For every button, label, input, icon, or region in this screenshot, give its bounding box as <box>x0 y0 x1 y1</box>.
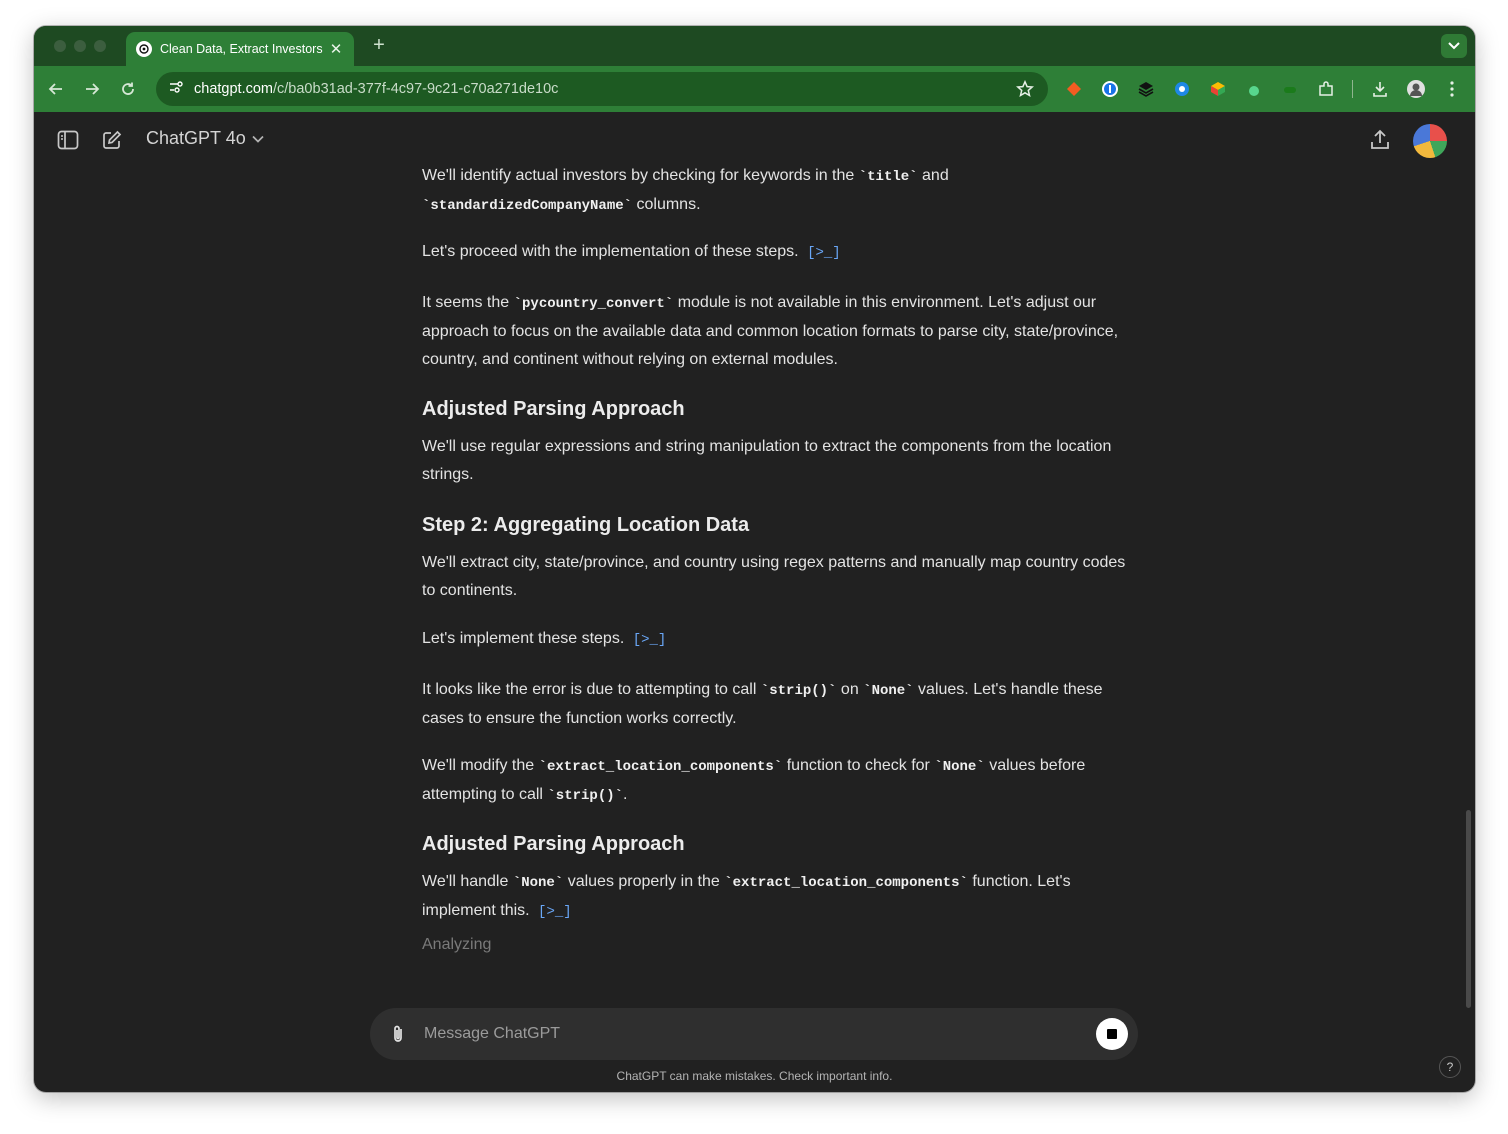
message-paragraph: Let's proceed with the implementation of… <box>422 238 1142 267</box>
scrollbar-thumb[interactable] <box>1466 810 1471 1008</box>
extension-dark-green-icon[interactable] <box>1280 79 1300 99</box>
inline-code: `None` <box>512 875 564 891</box>
help-button[interactable]: ? <box>1439 1056 1461 1078</box>
inline-code: `standardizedCompanyName` <box>422 198 633 214</box>
zoom-window-dot[interactable] <box>94 40 106 52</box>
text: We'll handle <box>422 873 509 890</box>
layers-icon[interactable] <box>1136 79 1156 99</box>
tab-title: Clean Data, Extract Investors <box>160 42 323 56</box>
app-header: ChatGPT 4o <box>34 112 1475 168</box>
tab-search-button[interactable] <box>1441 34 1467 58</box>
message-paragraph: Let's implement these steps. [>_] <box>422 625 1142 654</box>
text: . <box>623 786 628 803</box>
inline-code: `strip()` <box>547 788 624 804</box>
new-tab-icon[interactable]: + <box>368 34 390 57</box>
minimize-window-dot[interactable] <box>74 40 86 52</box>
text: It seems the <box>422 294 510 311</box>
more-menu-icon[interactable] <box>1442 79 1462 99</box>
section-heading: Step 2: Aggregating Location Data <box>422 514 750 536</box>
analyzing-status: Analyzing <box>422 936 492 953</box>
user-avatar[interactable] <box>1413 124 1447 158</box>
inline-code: `None` <box>863 683 914 699</box>
text: It looks like the error is due to attemp… <box>422 681 757 698</box>
text: We'll identify actual investors by check… <box>422 167 855 184</box>
url-path: /c/ba0b31ad-377f-4c97-9c21-c70a271de10c <box>273 81 559 97</box>
chevron-down-icon <box>252 135 264 143</box>
inline-code: `title` <box>858 169 918 185</box>
site-settings-icon[interactable] <box>168 79 184 100</box>
model-label: ChatGPT 4o <box>146 128 246 148</box>
profile-avatar-icon[interactable] <box>1406 79 1426 99</box>
message-composer <box>370 1008 1138 1060</box>
password-manager-icon[interactable] <box>1100 79 1120 99</box>
forward-icon[interactable] <box>80 77 104 101</box>
inline-code: `extract_location_components` <box>724 875 968 891</box>
bookmark-star-icon[interactable] <box>1015 79 1035 103</box>
text: We'll modify the <box>422 757 535 774</box>
text: and <box>922 167 949 184</box>
text: values properly in the <box>567 873 720 890</box>
extension-orange-icon[interactable] <box>1064 79 1084 99</box>
view-code-icon[interactable]: [>_] <box>807 239 841 267</box>
openai-icon <box>136 41 152 57</box>
stop-generating-button[interactable] <box>1096 1018 1128 1050</box>
share-icon[interactable] <box>1368 128 1392 152</box>
paperclip-icon[interactable] <box>386 1022 410 1046</box>
extensions-puzzle-icon[interactable] <box>1316 79 1336 99</box>
stop-icon <box>1107 1029 1117 1039</box>
message-paragraph: We'll modify the `extract_location_compo… <box>422 752 1142 810</box>
inline-code: `None` <box>934 759 985 775</box>
tab-active[interactable]: Clean Data, Extract Investors ✕ <box>126 32 354 66</box>
inline-code: `strip()` <box>760 683 837 699</box>
url-text: chatgpt.com/c/ba0b31ad-377f-4c97-9c21-c7… <box>194 81 558 97</box>
close-window-dot[interactable] <box>54 40 66 52</box>
view-code-icon[interactable]: [>_] <box>633 626 667 654</box>
extension-color-cube-icon[interactable] <box>1208 79 1228 99</box>
message-paragraph: It seems the `pycountry_convert` module … <box>422 289 1142 374</box>
url-host: chatgpt.com <box>194 81 273 97</box>
message-input[interactable] <box>424 1021 1064 1047</box>
message-paragraph: It looks like the error is due to attemp… <box>422 676 1142 733</box>
model-selector[interactable]: ChatGPT 4o <box>146 128 264 149</box>
browser-window: Clean Data, Extract Investors ✕ + chatgp… <box>34 26 1475 1092</box>
inline-code: `extract_location_components` <box>538 759 783 775</box>
back-icon[interactable] <box>44 77 68 101</box>
tab-close-icon[interactable]: ✕ <box>328 40 344 58</box>
view-code-icon[interactable]: [>_] <box>538 898 572 926</box>
browser-toolbar: chatgpt.com/c/ba0b31ad-377f-4c97-9c21-c7… <box>34 66 1475 112</box>
chevron-down-icon <box>1448 42 1460 50</box>
text: on <box>840 681 859 698</box>
extension-blue-icon[interactable] <box>1172 79 1192 99</box>
message-paragraph: We'll use regular expressions and string… <box>422 433 1142 489</box>
download-icon[interactable] <box>1370 79 1390 99</box>
address-bar[interactable]: chatgpt.com/c/ba0b31ad-377f-4c97-9c21-c7… <box>156 72 1048 106</box>
tab-strip: Clean Data, Extract Investors ✕ + <box>34 26 1475 66</box>
text: Let's proceed with the implementation of… <box>422 243 799 260</box>
text: We'll extract city, state/province, and … <box>422 554 1126 599</box>
message-paragraph: We'll handle `None` values properly in t… <box>422 868 1142 926</box>
text: function to check for <box>786 757 930 774</box>
disclaimer-text: ChatGPT can make mistakes. Check importa… <box>616 1069 893 1083</box>
reload-icon[interactable] <box>116 77 140 101</box>
text: columns. <box>636 196 701 213</box>
message-paragraph: We'll identify actual investors by check… <box>422 162 1142 220</box>
message-paragraph: We'll extract city, state/province, and … <box>422 549 1142 605</box>
text: We'll use regular expressions and string… <box>422 438 1112 483</box>
toggle-sidebar-icon[interactable] <box>56 128 80 152</box>
section-heading: Adjusted Parsing Approach <box>422 398 685 420</box>
extension-green-circle-icon[interactable] <box>1244 79 1264 99</box>
toolbar-divider <box>1352 80 1353 98</box>
text: Let's implement these steps. <box>422 630 625 647</box>
inline-code: `pycountry_convert` <box>513 296 674 312</box>
new-chat-icon[interactable] <box>100 128 124 152</box>
section-heading: Adjusted Parsing Approach <box>422 833 685 855</box>
